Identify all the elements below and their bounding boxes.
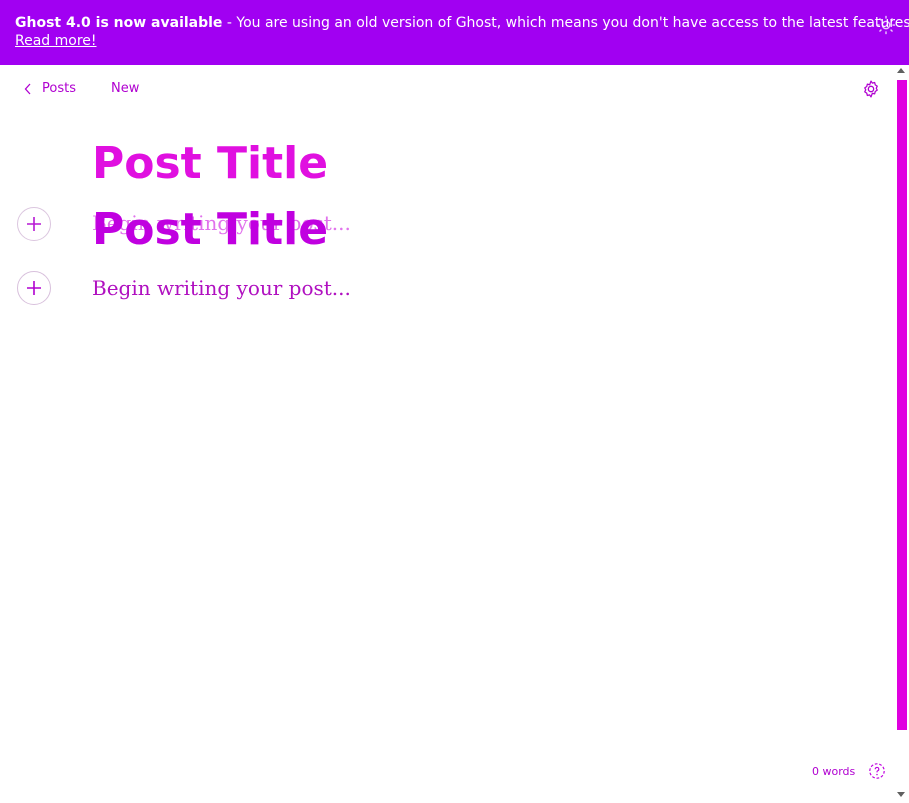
chevron-left-icon	[24, 83, 31, 94]
post-body-field[interactable]: Begin writing your post...	[92, 276, 351, 300]
help-icon[interactable]	[868, 762, 886, 780]
post-title-field[interactable]: Post Title	[92, 203, 328, 257]
editor-header: Posts New	[0, 65, 895, 113]
read-more-link[interactable]: Read more!	[15, 32, 97, 50]
scroll-down-arrow[interactable]	[897, 792, 905, 797]
banner-headline: Ghost 4.0 is now available	[15, 15, 223, 31]
plus-icon	[27, 217, 41, 231]
editor-canvas: Post Title Begin writing your post... Po…	[0, 113, 895, 753]
scrollbar-thumb[interactable]	[897, 80, 907, 730]
banner-text: Ghost 4.0 is now available - You are usi…	[15, 14, 909, 32]
posts-back-link[interactable]: Posts	[24, 81, 76, 96]
scroll-up-arrow[interactable]	[897, 68, 905, 73]
banner-message: - You are using an old version of Ghost,…	[222, 15, 909, 31]
upgrade-banner: Ghost 4.0 is now available - You are usi…	[0, 0, 909, 65]
gear-icon[interactable]	[861, 79, 881, 99]
post-status: New	[111, 81, 140, 96]
title-placeholder-ghost: Post Title	[92, 138, 329, 189]
gear-icon	[876, 15, 896, 35]
posts-back-label: Posts	[42, 81, 76, 96]
add-card-button[interactable]	[17, 271, 51, 305]
plus-icon	[27, 281, 41, 295]
word-count: 0 words	[812, 765, 856, 778]
add-card-button-ghost[interactable]	[17, 207, 51, 241]
